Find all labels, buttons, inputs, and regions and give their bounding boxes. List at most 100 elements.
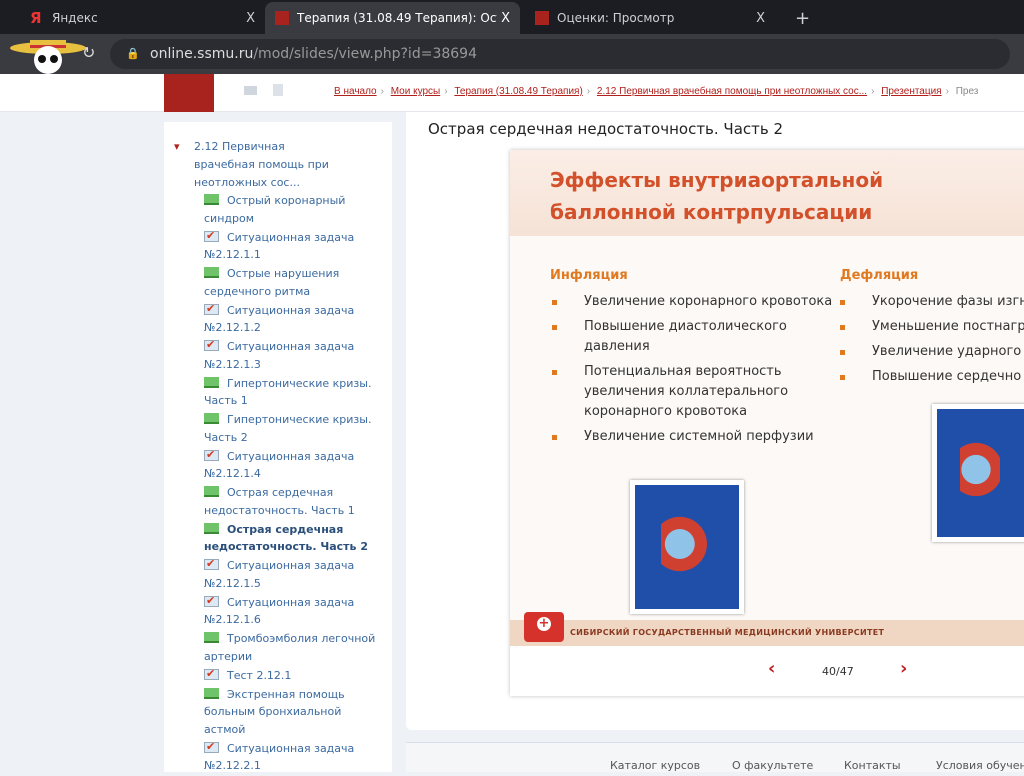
ssmu-icon xyxy=(275,11,289,25)
presentation-icon xyxy=(204,376,219,388)
prev-slide-button[interactable]: ‹ xyxy=(768,658,775,679)
close-tab-icon[interactable]: X xyxy=(246,11,255,26)
assignment-icon xyxy=(204,738,219,755)
calendar-icon[interactable] xyxy=(273,84,283,96)
sidebar-item[interactable]: Тест 2.12.1 xyxy=(204,665,384,685)
sidebar-item-label: Острая сердечная недостаточность. Часть … xyxy=(204,522,368,554)
sidebar-item[interactable]: Ситуационная задача №2.12.1.6 xyxy=(204,592,384,629)
lock-icon: 🔒 xyxy=(126,47,140,60)
page-counter: 40/47 xyxy=(822,665,854,678)
assignment-icon xyxy=(204,336,219,354)
breadcrumb-my-courses[interactable]: Мои курсы xyxy=(391,86,441,97)
sidebar-item-label: Ситуационная задача №2.12.2.1 xyxy=(204,741,355,773)
sidebar-item-label: Гипертонические кризы. Часть 2 xyxy=(204,413,372,444)
presentation-icon xyxy=(204,413,219,424)
page-title: Острая сердечная недостаточность. Часть … xyxy=(428,120,784,138)
site-header: В начало › Мои курсы › Терапия (31.08.49 Т… xyxy=(0,74,1024,112)
sidebar-item-label: Ситуационная задача №2.12.1.3 xyxy=(204,340,355,371)
breadcrumb-home[interactable]: В начало xyxy=(334,86,377,97)
sidebar-item[interactable]: Тромбоэмболия легочной артерии xyxy=(204,630,384,665)
sidebar-item-label: Ситуационная задача №2.12.1.2 xyxy=(204,303,355,335)
ssmu-icon xyxy=(535,11,549,25)
inflation-list: Увеличение коронарного кровотока Повышен… xyxy=(550,292,840,452)
new-tab-button[interactable]: + xyxy=(785,2,820,34)
address-bar-row: ↻ 🔒 online.ssmu.ru/mod/slides/view.php?id… xyxy=(0,34,1024,74)
heart-inflation-image xyxy=(630,480,744,614)
breadcrumb-presentation[interactable]: Презентация xyxy=(881,86,941,97)
heart-deflation-image xyxy=(932,404,1024,542)
breadcrumb-current: През xyxy=(955,86,979,97)
sidebar-item[interactable]: Ситуационная задача №2.12.1.1 xyxy=(204,227,384,264)
deflation-list: Укорочение фазы изгн Уменьшение постнагр… xyxy=(838,292,1024,392)
sidebar-item[interactable]: Ситуационная задача №2.12.2.1 xyxy=(204,738,384,775)
sidebar-item[interactable]: Экстренная помощь больным бронхиальной а… xyxy=(204,686,384,739)
close-tab-icon[interactable]: X xyxy=(756,11,765,26)
list-item: Увеличение коронарного кровотока xyxy=(550,292,840,312)
tab-therapy[interactable]: Терапия (31.08.49 Терапия): Ост X xyxy=(265,2,520,34)
deflation-title: Дефляция xyxy=(840,268,919,283)
list-item: Увеличение системной перфузии xyxy=(550,427,840,447)
tab-grades[interactable]: Оценки: Просмотр X xyxy=(525,2,775,34)
sidebar-item-label: Ситуационная задача №2.12.1.5 xyxy=(204,559,355,590)
sidebar-item[interactable]: Острый коронарный синдром xyxy=(204,192,384,227)
footer-link-catalog[interactable]: Каталог курсов xyxy=(610,759,700,772)
site-footer: Каталог курсов О факультете Контакты Усл… xyxy=(406,742,1024,772)
assignment-icon xyxy=(204,592,219,609)
sidebar-item-label: Тромбоэмболия легочной артерии xyxy=(204,632,376,663)
assignment-icon xyxy=(204,300,219,317)
presentation-icon xyxy=(204,687,219,699)
sidebar-item[interactable]: Ситуационная задача №2.12.1.5 xyxy=(204,555,384,592)
sidebar-item-label: Ситуационная задача №2.12.1.4 xyxy=(204,449,355,481)
slide-body: Инфляция Увеличение коронарного кровоток… xyxy=(510,236,1024,622)
url-field[interactable]: 🔒 online.ssmu.ru/mod/slides/view.php?id=3… xyxy=(110,39,1010,69)
course-navigation: 2.12 Первичная врачебная помощь при неот… xyxy=(164,122,392,772)
sidebar-item[interactable]: Ситуационная задача №2.12.1.4 xyxy=(204,446,384,483)
assignment-icon xyxy=(204,665,219,682)
presentation-icon xyxy=(204,486,219,497)
inflation-title: Инфляция xyxy=(550,268,628,283)
list-item: Потенциальная вероятность увеличения кол… xyxy=(550,362,840,422)
sidebar-item[interactable]: Острая сердечная недостаточность. Часть … xyxy=(204,521,384,556)
sidebar-item-label: Острые нарушения сердечного ритма xyxy=(204,267,340,298)
breadcrumb-course[interactable]: Терапия (31.08.49 Терапия) xyxy=(454,86,582,97)
sidebar-item-label: Экстренная помощь больным бронхиальной а… xyxy=(204,687,345,736)
sidebar-item[interactable]: Гипертонические кризы. Часть 2 xyxy=(204,411,384,446)
tab-yandex[interactable]: Я Яндекс X xyxy=(20,2,265,34)
slide-viewer: Эффекты внутриаортальной баллонной контр… xyxy=(510,150,1024,696)
list-item: Укорочение фазы изгн xyxy=(838,292,1024,312)
sidebar-item[interactable]: Острая сердечная недостаточность. Часть … xyxy=(204,484,384,519)
slide-navigation: ‹ 40/47 › xyxy=(510,650,1024,690)
slide-header: Эффекты внутриаортальной баллонной контр… xyxy=(510,150,1024,236)
assignment-icon xyxy=(204,446,219,463)
assignment-icon xyxy=(204,555,219,573)
yandex-icon: Я xyxy=(30,9,42,27)
sidebar-item-label: Ситуационная задача №2.12.1.6 xyxy=(204,595,355,627)
sidebar-item[interactable]: Ситуационная задача №2.12.1.3 xyxy=(204,336,384,373)
footer-link-contacts[interactable]: Контакты xyxy=(844,759,901,772)
slide-heading: Эффекты внутриаортальной баллонной контр… xyxy=(550,168,884,224)
sidebar-item-label: Острая сердечная недостаточность. Часть … xyxy=(204,486,355,517)
profile-avatar-icon[interactable] xyxy=(8,36,88,76)
list-item: Повышение сердечно xyxy=(838,367,1024,387)
sidebar-item[interactable]: Острые нарушения сердечного ритма xyxy=(204,265,384,300)
section-link[interactable]: 2.12 Первичная врачебная помощь при неот… xyxy=(174,138,344,192)
first-aid-kit-icon xyxy=(524,612,564,642)
close-tab-icon[interactable]: X xyxy=(501,11,510,26)
sidebar-item-label: Острый коронарный синдром xyxy=(204,194,346,225)
sidebar-item[interactable]: Гипертонические кризы. Часть 1 xyxy=(204,375,384,410)
next-slide-button[interactable]: › xyxy=(900,658,907,679)
breadcrumb-section[interactable]: 2.12 Первичная врачебная помощь при неот… xyxy=(597,86,867,97)
slide-footer: СИБИРСКИЙ ГОСУДАРСТВЕННЫЙ МЕДИЦИНСКИЙ УН… xyxy=(510,620,1024,646)
sidebar-item[interactable]: Ситуационная задача №2.12.1.2 xyxy=(204,300,384,337)
assignment-icon xyxy=(204,227,219,244)
university-logo[interactable] xyxy=(164,74,214,112)
tab-bar: Я Яндекс X Терапия (31.08.49 Терапия): Ост… xyxy=(0,0,1024,34)
footer-link-about[interactable]: О факультете xyxy=(732,759,813,772)
footer-link-terms[interactable]: Условия обучения xyxy=(936,759,1024,772)
main-content: Острая сердечная недостаточность. Часть … xyxy=(406,112,1024,730)
presentation-icon xyxy=(204,522,219,534)
sidebar-item-label: Ситуационная задача №2.12.1.1 xyxy=(204,230,355,262)
breadcrumb: В начало › Мои курсы › Терапия (31.08.49 Т… xyxy=(334,86,979,97)
sidebar-item-label: Тест 2.12.1 xyxy=(227,668,292,682)
mail-icon[interactable] xyxy=(244,86,257,95)
